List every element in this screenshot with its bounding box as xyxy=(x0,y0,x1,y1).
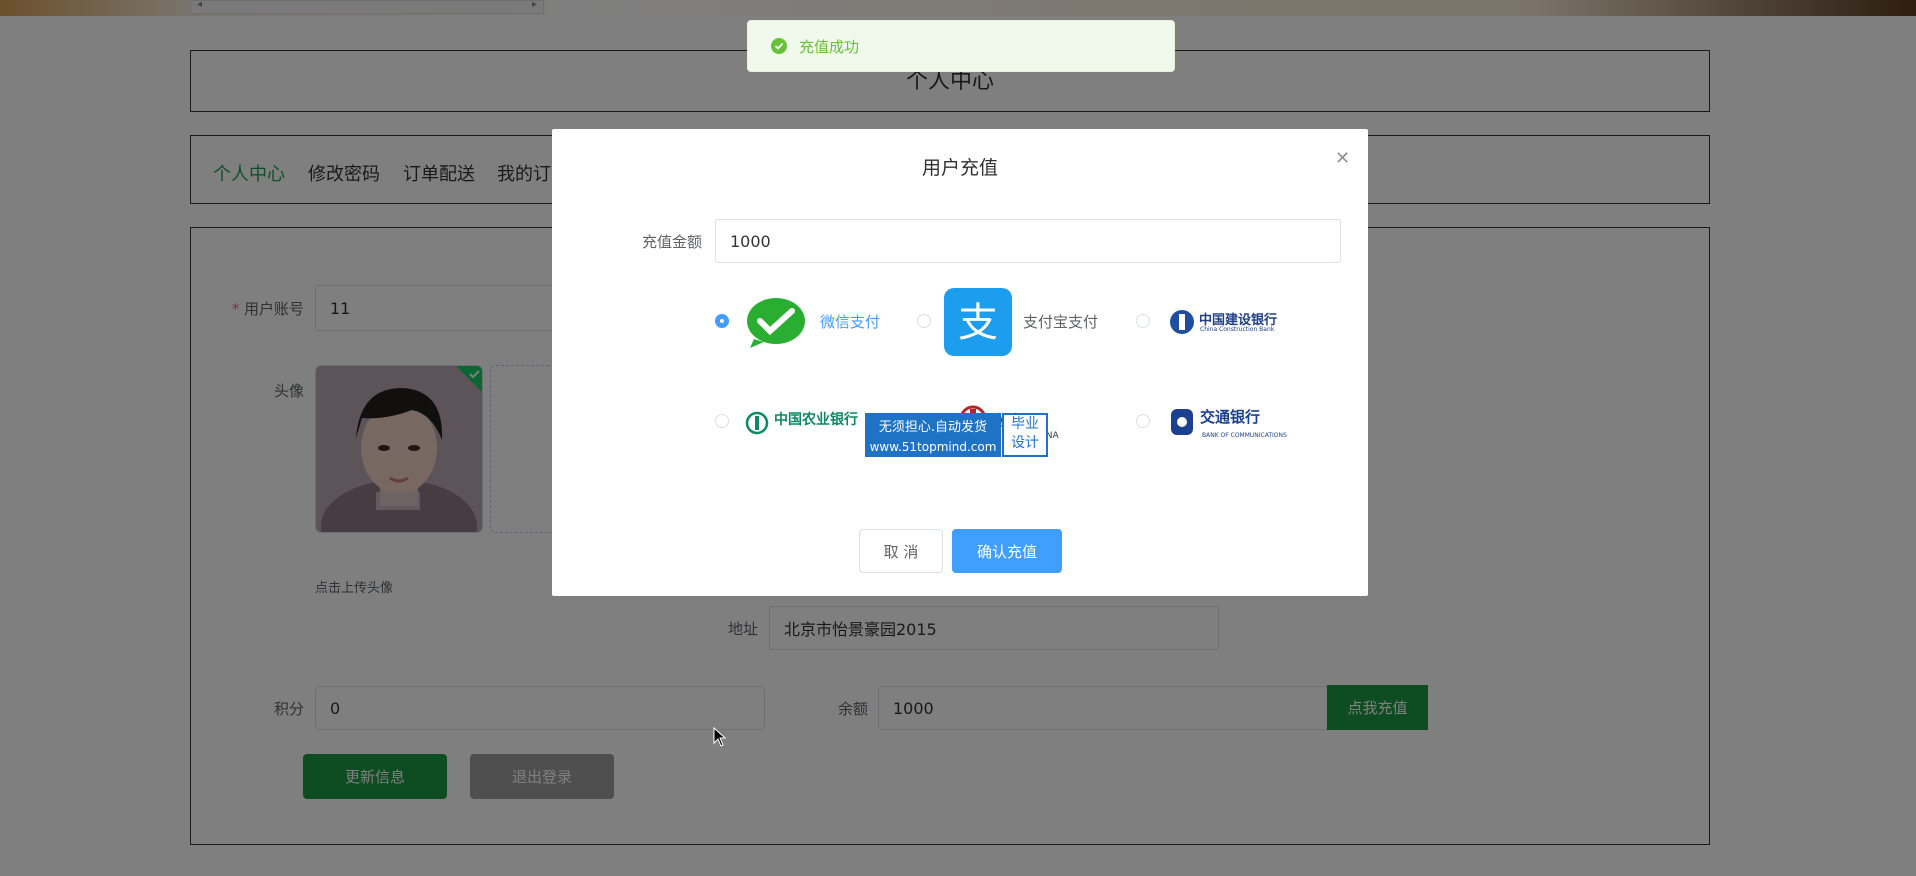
amount-label: 充值金额 xyxy=(641,233,702,251)
alipay-logo: 支 xyxy=(944,288,1012,356)
bocom-name: 交通银行 xyxy=(1200,408,1261,426)
toast-message: 充值成功 xyxy=(799,37,860,56)
close-icon[interactable]: ✕ xyxy=(1335,148,1350,169)
bocom-logo-icon xyxy=(1171,409,1193,435)
svg-text:支: 支 xyxy=(958,300,998,346)
watermark-line1: 无须担心.自动发货 xyxy=(865,413,1001,437)
amount-input[interactable]: 1000 xyxy=(715,219,1341,263)
radio-bocom[interactable] xyxy=(1136,414,1150,428)
radio-wechat-pay[interactable] xyxy=(715,314,729,328)
watermark-url: www.51topmind.com xyxy=(865,437,1001,457)
radio-alipay[interactable] xyxy=(917,314,931,328)
wechat-pay-label[interactable]: 微信支付 xyxy=(820,311,880,332)
recharge-dialog: 用户充值 ✕ 充值金额 1000 微信支付 支 支付宝支付 中国建设银行 Chi… xyxy=(552,129,1368,596)
cancel-button[interactable]: 取 消 xyxy=(859,529,943,573)
dialog-title: 用户充值 xyxy=(921,157,998,179)
radio-abc[interactable] xyxy=(715,414,729,428)
abc-logo-icon xyxy=(745,411,769,435)
wechat-pay-logo xyxy=(747,298,805,348)
abc-name: 中国农业银行 xyxy=(774,412,858,428)
mouse-cursor-icon xyxy=(713,727,727,747)
success-toast: 充值成功 xyxy=(747,20,1175,72)
confirm-recharge-button[interactable]: 确认充值 xyxy=(952,529,1062,573)
success-check-icon xyxy=(771,38,787,54)
ccb-logo-icon xyxy=(1170,310,1194,334)
watermark-badge: 毕业 设计 xyxy=(1002,413,1048,457)
radio-ccb[interactable] xyxy=(1136,314,1150,328)
bocom-subtitle: BANK OF COMMUNICATIONS xyxy=(1202,432,1287,439)
ccb-subtitle: China Construction Bank xyxy=(1200,326,1275,333)
alipay-label[interactable]: 支付宝支付 xyxy=(1023,311,1098,332)
